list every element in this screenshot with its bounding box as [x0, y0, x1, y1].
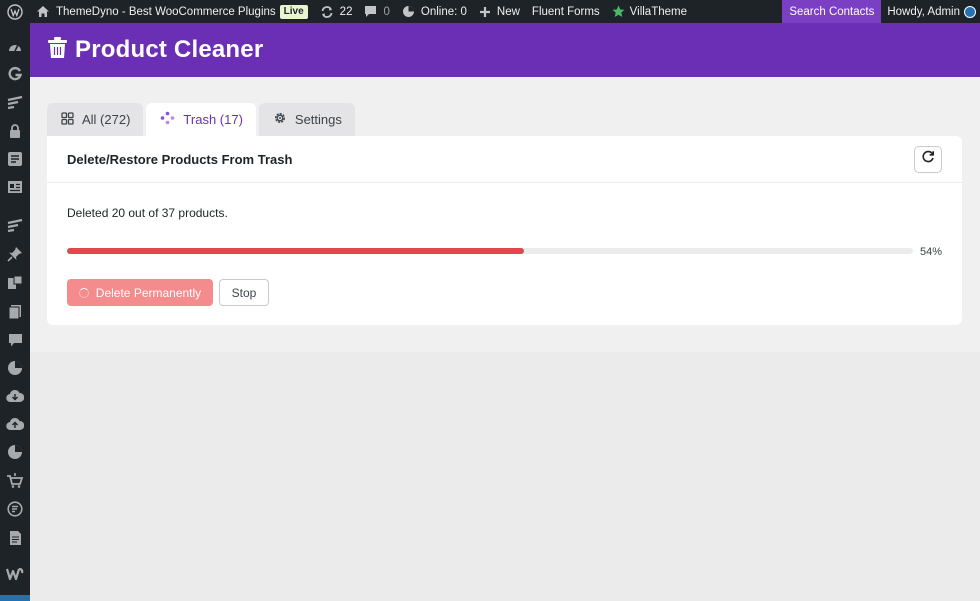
- panel-title: Delete/Restore Products From Trash: [67, 151, 293, 167]
- loading-spinner-icon: [78, 287, 89, 298]
- admin-bar: ThemeDyno - Best WooCommerce Plugins Liv…: [0, 0, 980, 23]
- star-icon: [612, 5, 625, 18]
- progress-percent: 54%: [920, 246, 943, 258]
- stripes-plugin-icon[interactable]: [6, 93, 24, 111]
- tab-all-label: All (272): [82, 112, 131, 127]
- villatheme-link[interactable]: VillaTheme: [606, 0, 693, 23]
- refresh-button[interactable]: [914, 145, 942, 173]
- posts-icon[interactable]: [6, 150, 24, 168]
- search-contacts-button[interactable]: Search Contacts: [782, 0, 882, 23]
- stop-button[interactable]: Stop: [219, 279, 269, 306]
- howdy-label: Howdy, Admin: [887, 5, 960, 18]
- g-plugin-icon[interactable]: [6, 65, 24, 83]
- tab-trash-label: Trash (17): [183, 112, 243, 127]
- trash-can-icon: [48, 36, 67, 64]
- content-background: [30, 352, 980, 601]
- online-count: Online: 0: [420, 5, 467, 18]
- plus-icon: [479, 6, 491, 18]
- fluent-forms-link[interactable]: Fluent Forms: [526, 0, 606, 23]
- layout-icon[interactable]: [6, 178, 24, 196]
- analytics-pie-icon[interactable]: [6, 359, 24, 377]
- cloud-download-icon[interactable]: [6, 387, 24, 405]
- refresh-updates-icon: [320, 5, 334, 19]
- media-icon[interactable]: [6, 274, 24, 292]
- pages-icon[interactable]: [6, 303, 24, 321]
- grid-icon: [61, 111, 74, 128]
- wordpress-logo-icon[interactable]: [0, 0, 30, 23]
- panel-header: Delete/Restore Products From Trash: [47, 136, 962, 183]
- site-name: ThemeDyno - Best WooCommerce Plugins: [56, 5, 276, 18]
- online-users[interactable]: Online: 0: [396, 0, 473, 23]
- updates-link[interactable]: 22: [314, 0, 359, 23]
- tab-all[interactable]: All (272): [47, 103, 144, 136]
- progress-bar: [67, 248, 913, 254]
- gear-icon: [273, 111, 287, 128]
- comments-icon[interactable]: [6, 331, 24, 349]
- live-badge: Live: [279, 4, 308, 19]
- woocommerce-w-icon[interactable]: [6, 565, 24, 583]
- stripes-plugin-2-icon[interactable]: [6, 216, 24, 234]
- pie-chart-icon: [402, 5, 415, 18]
- pin-icon[interactable]: [6, 245, 24, 263]
- refresh-icon: [921, 150, 935, 169]
- new-content-link[interactable]: New: [473, 0, 526, 23]
- tab-settings[interactable]: Settings: [258, 103, 355, 136]
- fluent-circle-icon[interactable]: [6, 500, 24, 518]
- trash-panel: Delete/Restore Products From Trash Delet…: [47, 136, 962, 325]
- delete-permanently-button[interactable]: Delete Permanently: [67, 279, 213, 306]
- updates-count: 22: [339, 5, 353, 18]
- dashboard-icon[interactable]: [6, 38, 24, 56]
- active-menu-indicator: [0, 595, 30, 601]
- page-title: Product Cleaner: [75, 36, 264, 63]
- reports-pie-icon[interactable]: [6, 443, 24, 461]
- new-label: New: [496, 5, 520, 18]
- progress-fill: [67, 248, 524, 254]
- fluent-forms-label: Fluent Forms: [531, 5, 600, 18]
- comment-icon: [364, 5, 377, 18]
- page-header: Product Cleaner: [30, 23, 980, 77]
- tab-settings-label: Settings: [294, 112, 342, 127]
- delete-permanently-label: Delete Permanently: [95, 285, 202, 300]
- shop-basket-icon[interactable]: [6, 471, 24, 489]
- home-icon: [36, 5, 50, 18]
- comments-count: 0: [383, 5, 390, 18]
- comments-link[interactable]: 0: [358, 0, 395, 23]
- tab-trash[interactable]: Trash (17): [146, 103, 256, 136]
- my-account-link[interactable]: Howdy, Admin: [881, 0, 980, 23]
- villatheme-label: VillaTheme: [629, 5, 687, 18]
- lock-icon[interactable]: [6, 122, 24, 140]
- avatar: [964, 5, 976, 18]
- sparkle-icon: [160, 111, 175, 128]
- cloud-upload-icon[interactable]: [6, 415, 24, 433]
- document-icon[interactable]: [6, 529, 24, 547]
- tab-bar: All (272) Trash (17) Settings: [47, 103, 355, 136]
- site-name-link[interactable]: ThemeDyno - Best WooCommerce Plugins Liv…: [30, 0, 314, 23]
- status-message: Deleted 20 out of 37 products.: [67, 206, 228, 220]
- admin-sidebar: [0, 23, 30, 601]
